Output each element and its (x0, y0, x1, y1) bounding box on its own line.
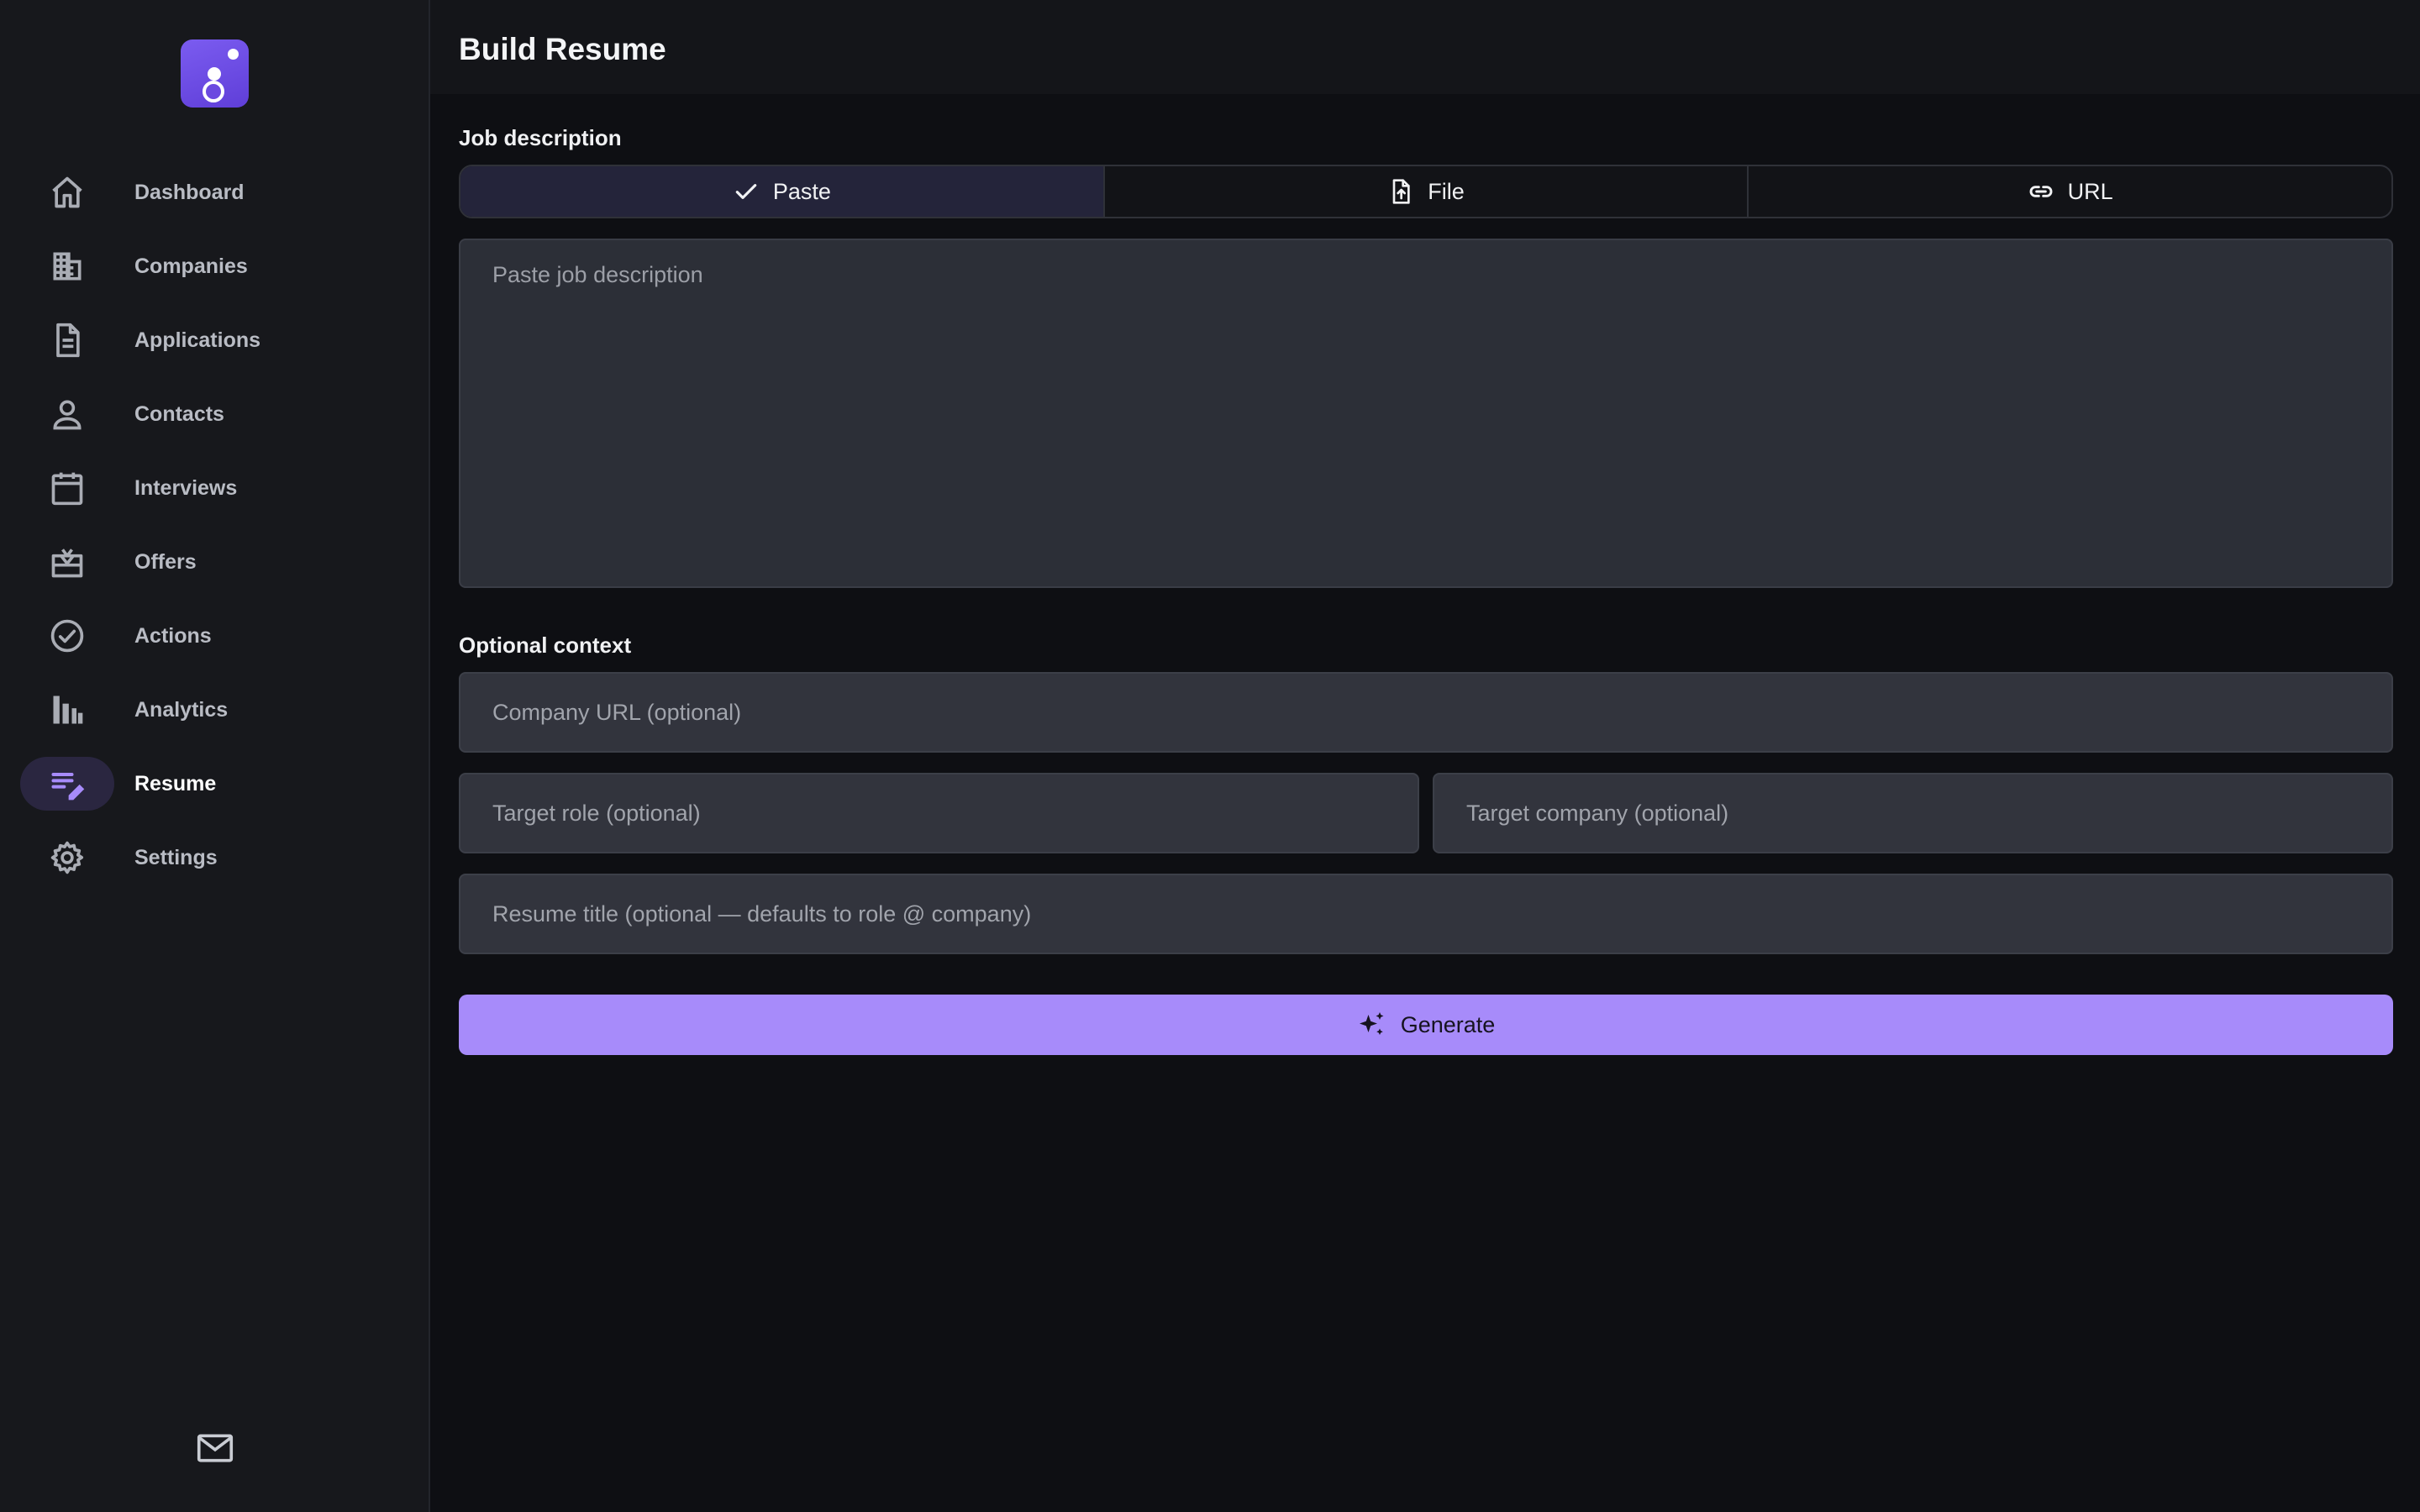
target-role-input[interactable] (459, 773, 1419, 853)
sidebar-item-applications[interactable]: Applications (0, 303, 429, 377)
check-circle-icon (20, 609, 114, 663)
tab-url[interactable]: URL (1749, 166, 2391, 217)
sidebar: Dashboard Companies Applications Contact… (0, 0, 430, 1512)
sidebar-item-actions[interactable]: Actions (0, 599, 429, 673)
tab-file-label: File (1428, 178, 1465, 204)
calendar-icon (20, 461, 114, 515)
sidebar-item-label: Actions (134, 623, 212, 648)
sidebar-item-label: Resume (134, 771, 217, 795)
sidebar-nav: Dashboard Companies Applications Contact… (0, 155, 429, 895)
sidebar-item-label: Analytics (134, 697, 229, 722)
job-description-textarea[interactable] (459, 239, 2393, 588)
building-icon (20, 239, 114, 293)
tab-paste-label: Paste (772, 178, 831, 204)
sidebar-item-analytics[interactable]: Analytics (0, 673, 429, 747)
sidebar-item-label: Offers (134, 549, 197, 574)
sparkles-icon (1359, 1012, 1384, 1035)
tab-paste[interactable]: Paste (460, 166, 1105, 217)
sidebar-item-label: Dashboard (134, 180, 245, 204)
edit-note-icon (20, 757, 114, 811)
sidebar-item-interviews[interactable]: Interviews (0, 451, 429, 525)
app-logo[interactable] (181, 39, 249, 108)
sidebar-item-dashboard[interactable]: Dashboard (0, 155, 429, 229)
sidebar-item-offers[interactable]: Offers (0, 525, 429, 599)
tab-url-label: URL (2067, 178, 2113, 204)
generate-button[interactable]: Generate (459, 995, 2393, 1055)
sidebar-item-resume[interactable]: Resume (0, 747, 429, 821)
file-upload-icon (1392, 179, 1410, 204)
sidebar-item-settings[interactable]: Settings (0, 821, 429, 895)
tab-file[interactable]: File (1105, 166, 1749, 217)
home-icon (20, 165, 114, 219)
sidebar-item-label: Applications (134, 328, 261, 352)
sidebar-item-label: Settings (134, 845, 218, 869)
target-company-input[interactable] (1433, 773, 2393, 853)
link-icon (2029, 186, 2053, 197)
sidebar-item-label: Contacts (134, 402, 224, 426)
sidebar-item-label: Interviews (134, 475, 238, 500)
gear-icon (20, 831, 114, 885)
sidebar-item-companies[interactable]: Companies (0, 229, 429, 303)
job-description-source-tabs: Paste File URL (459, 165, 2393, 218)
page-title: Build Resume (459, 32, 666, 66)
generate-button-label: Generate (1400, 1011, 1496, 1037)
company-url-input[interactable] (459, 672, 2393, 753)
person-icon (20, 387, 114, 441)
page-header: Build Resume (430, 0, 2420, 94)
check-icon (735, 184, 757, 199)
sidebar-item-label: Companies (134, 254, 248, 278)
gift-icon (20, 535, 114, 589)
mail-icon[interactable] (197, 1431, 234, 1465)
job-description-label: Job description (459, 125, 622, 150)
document-icon (20, 313, 114, 367)
optional-context-label: Optional context (459, 633, 632, 658)
bar-chart-icon (20, 683, 114, 737)
sidebar-item-contacts[interactable]: Contacts (0, 377, 429, 451)
resume-title-input[interactable] (459, 874, 2393, 954)
